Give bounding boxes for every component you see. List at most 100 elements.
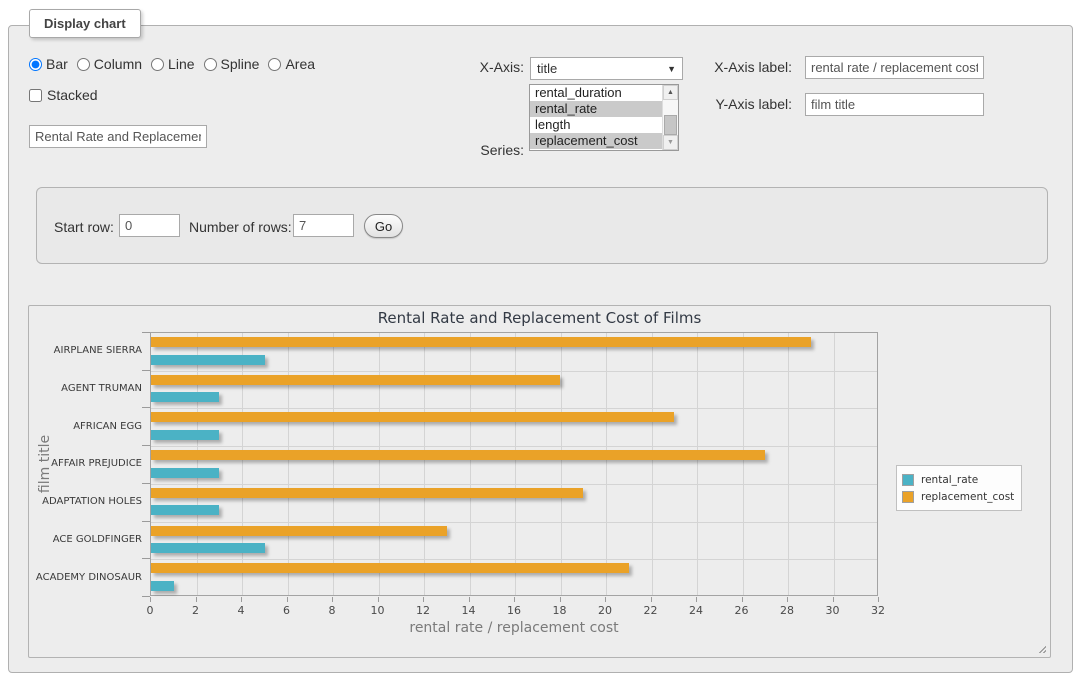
x-tick-4 bbox=[241, 597, 242, 602]
y-axis-label-input[interactable] bbox=[805, 93, 984, 116]
chart-title-input[interactable] bbox=[29, 125, 207, 148]
row-range-panel: Start row: Number of rows: Go bbox=[36, 187, 1048, 264]
series-listbox-options: rental_durationrental_ratelengthreplacem… bbox=[530, 85, 662, 150]
bar-replacement_cost-6 bbox=[151, 563, 629, 573]
chart-type-option-column[interactable]: Column bbox=[77, 56, 142, 72]
gridline-x-14 bbox=[470, 333, 471, 595]
radio-area[interactable] bbox=[268, 58, 281, 71]
chart-title: Rental Rate and Replacement Cost of Film… bbox=[29, 309, 1050, 327]
start-row-label: Start row: bbox=[54, 219, 114, 235]
x-tick-8 bbox=[332, 597, 333, 602]
gridline-x-12 bbox=[424, 333, 425, 595]
x-tick-16 bbox=[514, 597, 515, 602]
stacked-checkbox[interactable] bbox=[29, 89, 42, 102]
series-scrollbar[interactable]: ▲ ▼ bbox=[662, 85, 678, 150]
start-row-input[interactable] bbox=[119, 214, 180, 237]
bar-replacement_cost-3 bbox=[151, 450, 765, 460]
chart-type-option-line[interactable]: Line bbox=[151, 56, 194, 72]
bar-rental_rate-2 bbox=[151, 430, 219, 440]
x-axis-label-input[interactable] bbox=[805, 56, 984, 79]
chart-type-option-bar[interactable]: Bar bbox=[29, 56, 68, 72]
x-tick-26 bbox=[742, 597, 743, 602]
bar-rental_rate-4 bbox=[151, 505, 219, 515]
y-category-label: ADAPTATION HOLES bbox=[29, 483, 142, 521]
series-select-label: Series: bbox=[429, 142, 524, 158]
x-axis-select-label: X-Axis: bbox=[429, 59, 524, 75]
gridline-y-6 bbox=[151, 559, 877, 560]
gridline-y-1 bbox=[151, 371, 877, 372]
x-tick-label-6: 6 bbox=[283, 604, 290, 617]
x-tick-label-22: 22 bbox=[644, 604, 658, 617]
x-tick-14 bbox=[469, 597, 470, 602]
x-tick-label-2: 2 bbox=[192, 604, 199, 617]
y-category-label: AFFAIR PREJUDICE bbox=[29, 445, 142, 483]
x-tick-18 bbox=[560, 597, 561, 602]
number-of-rows-label: Number of rows: bbox=[189, 219, 292, 235]
scrollbar-thumb[interactable] bbox=[664, 115, 677, 135]
y-tick-3 bbox=[142, 445, 150, 446]
scroll-down-icon[interactable]: ▼ bbox=[663, 135, 678, 150]
page: Display chart BarColumnLineSplineArea St… bbox=[0, 0, 1081, 681]
gridline-x-6 bbox=[288, 333, 289, 595]
gridline-x-2 bbox=[197, 333, 198, 595]
y-tick-4 bbox=[142, 483, 150, 484]
bar-rental_rate-0 bbox=[151, 355, 265, 365]
plot-area bbox=[150, 332, 878, 596]
chart-legend: rental_rate replacement_cost bbox=[896, 465, 1022, 511]
y-tick-0 bbox=[142, 332, 150, 333]
x-tick-label-24: 24 bbox=[689, 604, 703, 617]
radio-bar[interactable] bbox=[29, 58, 42, 71]
bar-replacement_cost-2 bbox=[151, 412, 674, 422]
go-button[interactable]: Go bbox=[364, 214, 403, 238]
gridline-x-8 bbox=[333, 333, 334, 595]
legend-label-rental_rate: rental_rate bbox=[921, 474, 978, 486]
x-tick-label-16: 16 bbox=[507, 604, 521, 617]
bar-rental_rate-3 bbox=[151, 468, 219, 478]
gridline-x-22 bbox=[652, 333, 653, 595]
legend-label-replacement_cost: replacement_cost bbox=[921, 491, 1014, 503]
gridline-x-10 bbox=[379, 333, 380, 595]
x-tick-0 bbox=[150, 597, 151, 602]
radio-column[interactable] bbox=[77, 58, 90, 71]
series-listbox[interactable]: rental_durationrental_ratelengthreplacem… bbox=[529, 84, 679, 151]
radio-spline[interactable] bbox=[204, 58, 217, 71]
chart-type-option-area[interactable]: Area bbox=[268, 56, 315, 72]
x-tick-24 bbox=[696, 597, 697, 602]
gridline-x-26 bbox=[743, 333, 744, 595]
bar-rental_rate-1 bbox=[151, 392, 219, 402]
x-tick-label-30: 30 bbox=[826, 604, 840, 617]
display-chart-fieldset: Display chart BarColumnLineSplineArea St… bbox=[8, 25, 1073, 673]
number-of-rows-input[interactable] bbox=[293, 214, 354, 237]
chart-type-option-spline[interactable]: Spline bbox=[204, 56, 260, 72]
y-category-label: ACADEMY DINOSAUR bbox=[29, 558, 142, 596]
y-category-label: AIRPLANE SIERRA bbox=[29, 332, 142, 370]
gridline-x-24 bbox=[697, 333, 698, 595]
resize-handle-icon[interactable] bbox=[1036, 643, 1046, 653]
gridline-y-4 bbox=[151, 484, 877, 485]
x-tick-label-12: 12 bbox=[416, 604, 430, 617]
x-tick-30 bbox=[833, 597, 834, 602]
x-tick-label-10: 10 bbox=[371, 604, 385, 617]
stacked-option[interactable]: Stacked bbox=[29, 87, 98, 103]
x-tick-20 bbox=[605, 597, 606, 602]
chart-container: Rental Rate and Replacement Cost of Film… bbox=[28, 305, 1051, 658]
bar-replacement_cost-5 bbox=[151, 526, 447, 536]
x-axis-label-label: X-Axis label: bbox=[629, 59, 792, 75]
bar-replacement_cost-0 bbox=[151, 337, 811, 347]
radio-line[interactable] bbox=[151, 58, 164, 71]
gridline-x-20 bbox=[606, 333, 607, 595]
series-option-length[interactable]: length bbox=[530, 117, 662, 133]
gridline-x-4 bbox=[242, 333, 243, 595]
legend-swatch-replacement_cost bbox=[902, 491, 914, 503]
gridline-x-30 bbox=[834, 333, 835, 595]
x-tick-label-14: 14 bbox=[462, 604, 476, 617]
x-tick-label-20: 20 bbox=[598, 604, 612, 617]
series-option-replacement_cost[interactable]: replacement_cost bbox=[530, 133, 662, 149]
legend-swatch-rental_rate bbox=[902, 474, 914, 486]
y-category-label: AGENT TRUMAN bbox=[29, 370, 142, 408]
x-tick-10 bbox=[378, 597, 379, 602]
x-tick-28 bbox=[787, 597, 788, 602]
y-category-label: AFRICAN EGG bbox=[29, 407, 142, 445]
y-tick-6 bbox=[142, 558, 150, 559]
y-axis-label-label: Y-Axis label: bbox=[629, 96, 792, 112]
